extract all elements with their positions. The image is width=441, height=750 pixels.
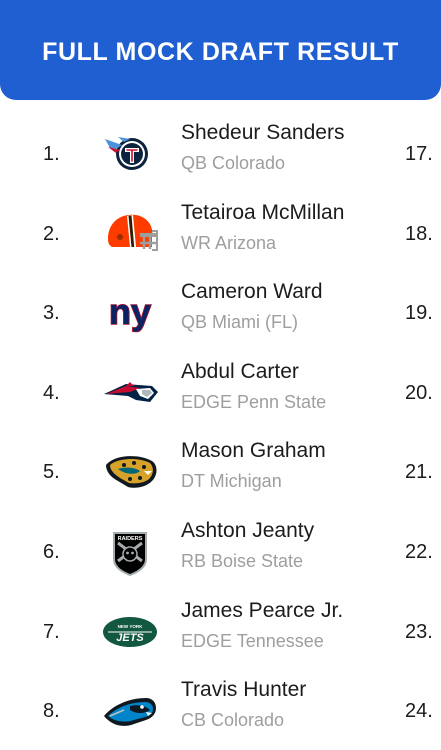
raiders-logo-text: RAIDERS xyxy=(118,536,143,542)
player-position-school: CB Colorado xyxy=(181,710,285,731)
draft-pick-row[interactable]: 3. ny Cameron Ward QB Miami (FL) 19. xyxy=(0,272,441,352)
patriots-logo-icon xyxy=(100,362,160,422)
pick-number-right: 18. xyxy=(405,222,433,245)
pick-number: 8. xyxy=(43,700,60,723)
jets-logo-top-text: NEW YORK xyxy=(118,624,143,629)
player-name: James Pearce Jr. xyxy=(181,598,344,622)
jets-logo-icon: NEW YORK JETS xyxy=(100,601,160,661)
player-name: Ashton Jeanty xyxy=(181,518,315,542)
draft-pick-row[interactable]: 8. Travis Hunter CB Colorado 24. xyxy=(0,670,441,750)
draft-pick-row[interactable]: 2. Tetairoa McMillan WR Arizona 18. xyxy=(0,193,441,273)
jets-logo-text: JETS xyxy=(116,632,144,644)
pick-number: 7. xyxy=(43,620,60,643)
page-title: FULL MOCK DRAFT RESULT xyxy=(42,37,399,66)
pick-number-right: 24. xyxy=(405,700,433,723)
player-name: Mason Graham xyxy=(181,439,326,463)
player-position-school: QB Colorado xyxy=(181,153,286,173)
pick-number-right: 22. xyxy=(405,540,433,563)
pick-number-right: 23. xyxy=(405,620,433,643)
panthers-logo-icon xyxy=(100,680,160,740)
pick-number: 2. xyxy=(43,222,60,245)
player-position-school: WR Arizona xyxy=(181,232,277,253)
player-name: Abdul Carter xyxy=(181,359,299,383)
pick-number: 6. xyxy=(43,540,60,563)
player-name: Travis Hunter xyxy=(181,678,307,702)
player-name: Cameron Ward xyxy=(181,280,323,304)
player-position-school: RB Boise State xyxy=(181,550,304,571)
pick-number: 4. xyxy=(43,381,60,404)
browns-logo-icon xyxy=(100,203,160,263)
pick-number-right: 19. xyxy=(405,302,433,325)
pick-number-right: 17. xyxy=(405,143,433,165)
jaguars-logo-icon xyxy=(100,441,160,501)
player-position-school: QB Miami (FL) xyxy=(181,312,298,333)
pick-number-right: 20. xyxy=(405,381,433,404)
pick-number: 5. xyxy=(43,461,60,484)
giants-logo-text: ny xyxy=(109,291,151,332)
giants-logo-icon: ny xyxy=(100,282,160,342)
player-position-school: DT Michigan xyxy=(181,471,282,492)
player-position-school: EDGE Tennessee xyxy=(181,630,324,651)
player-name: Tetairoa McMillan xyxy=(181,200,345,224)
draft-pick-row[interactable]: 7. NEW YORK JETS James Pearce Jr. EDGE T… xyxy=(0,591,441,671)
pick-number: 1. xyxy=(43,143,60,165)
pick-number: 3. xyxy=(43,302,60,325)
draft-pick-row[interactable]: 1. Shedeur Sanders QB Colorado 17. xyxy=(0,113,441,193)
player-position-school: EDGE Penn State xyxy=(181,391,327,412)
draft-pick-row[interactable]: 5. Mason Graham DT Michigan 21. xyxy=(0,431,441,511)
player-name: Shedeur Sanders xyxy=(181,121,345,144)
draft-pick-row[interactable]: 6. RAIDERS Ashton Jeanty RB Boise State … xyxy=(0,511,441,591)
raiders-logo-icon: RAIDERS xyxy=(100,521,160,581)
titans-logo-icon xyxy=(100,123,160,183)
draft-pick-list: 1. Shedeur Sanders QB Colorado 17. 2. Te… xyxy=(0,113,441,750)
pick-number-right: 21. xyxy=(405,461,433,484)
draft-pick-row[interactable]: 4. Abdul Carter EDGE Penn State 20. xyxy=(0,352,441,432)
header-bar: FULL MOCK DRAFT RESULT xyxy=(0,0,441,100)
